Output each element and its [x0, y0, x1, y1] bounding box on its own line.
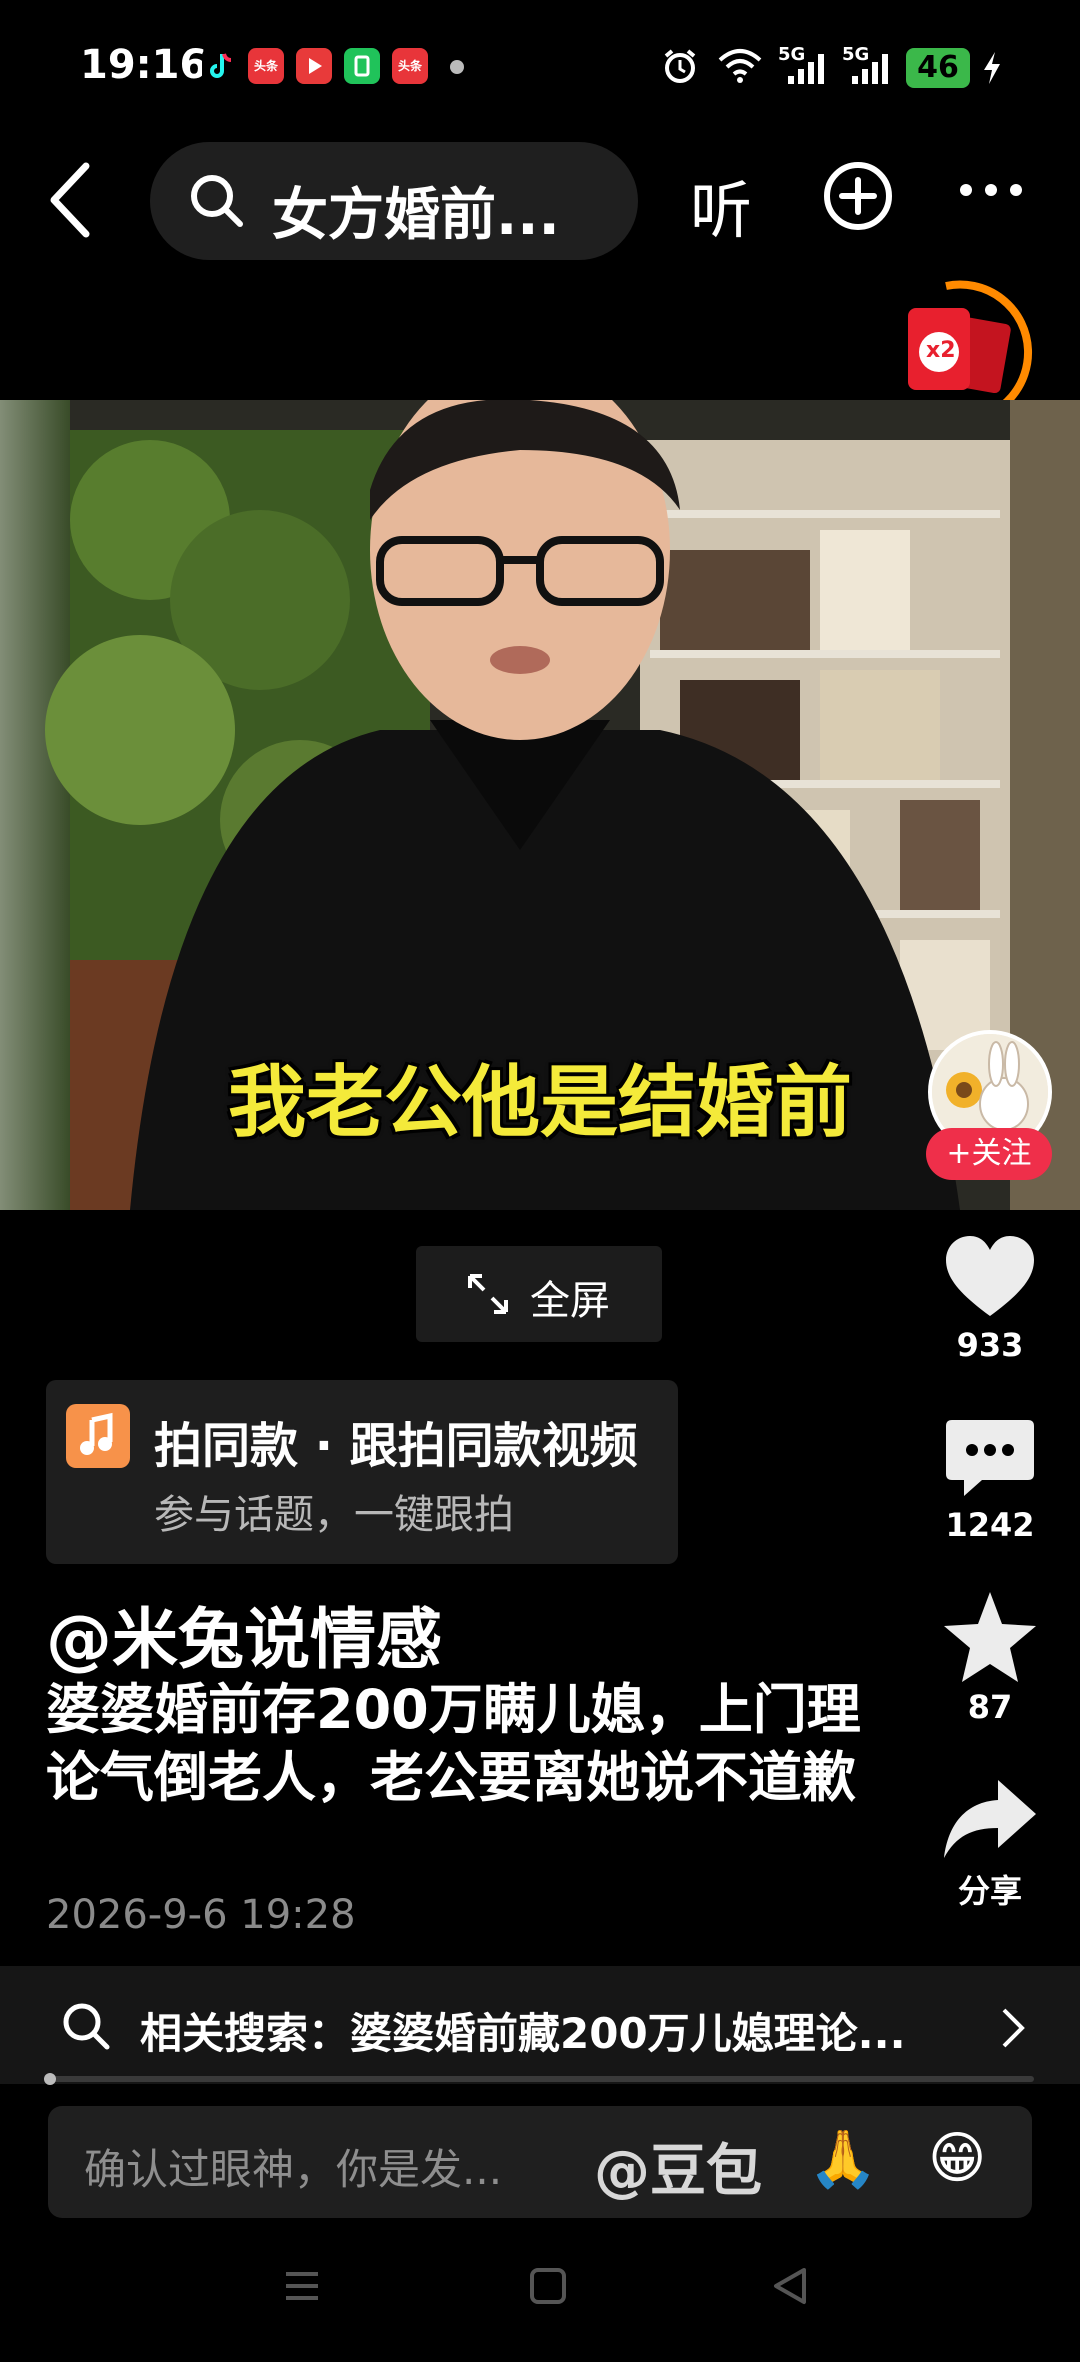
video-player[interactable]: 我老公他是结婚前: [0, 400, 1080, 1210]
comment-count: 1242: [945, 1506, 1035, 1544]
search-icon: [63, 2003, 110, 2050]
chevron-right-icon: [1002, 2008, 1025, 2048]
video-progress-bar[interactable]: [46, 2076, 1034, 2082]
signal-icon-1: [788, 54, 824, 84]
signal-icon-2: [852, 54, 888, 84]
fullscreen-label: 全屏: [530, 1278, 610, 1324]
listen-button[interactable]: 听: [690, 160, 752, 250]
post-description: 婆婆婚前存200万瞒儿媳，上门理论气倒老人，老公要离她说不道歉: [46, 1678, 861, 1809]
author-name[interactable]: @米兔说情感: [46, 1586, 442, 1682]
green-app-icon: [344, 48, 380, 84]
follow-button[interactable]: +关注: [926, 1128, 1052, 1180]
search-icon: [191, 175, 243, 227]
back-button[interactable]: [40, 150, 110, 250]
more-options-button[interactable]: [956, 180, 1026, 200]
shoot-same-title: 拍同款 · 跟拍同款视频: [154, 1418, 638, 1474]
post-date: 2026-9-6 19:28: [46, 1892, 356, 1938]
recent-apps-button[interactable]: [282, 2266, 322, 2306]
alarm-icon: [664, 49, 696, 83]
home-button[interactable]: [528, 2266, 568, 2306]
system-back-button[interactable]: [770, 2266, 810, 2306]
video-progress-handle[interactable]: [44, 2073, 56, 2085]
share-label: 分享: [957, 1872, 1022, 1910]
favorite-star-button[interactable]: [940, 1588, 1040, 1688]
status-time: 19:16: [80, 42, 208, 88]
music-note-icon: [66, 1404, 130, 1468]
add-button[interactable]: [822, 160, 894, 232]
tiktok-icon: [202, 48, 238, 84]
toutiao-lite-icon: 头条: [392, 48, 428, 84]
toutiao-icon: 头条: [248, 48, 284, 84]
favorite-count: 87: [967, 1688, 1013, 1726]
emoji-pray-button[interactable]: 🙏: [808, 2126, 878, 2192]
emoji-grin-button[interactable]: 😁: [928, 2126, 986, 2191]
battery-indicator: 46: [906, 48, 970, 88]
video-caption: 我老公他是结婚前: [227, 1058, 852, 1148]
like-button[interactable]: [940, 1228, 1040, 1328]
share-button[interactable]: [940, 1770, 1040, 1870]
charging-icon: [984, 52, 1000, 84]
wifi-icon: [718, 49, 762, 83]
shoot-same-subtitle: 参与话题，一键跟拍: [154, 1492, 514, 1538]
comment-placeholder[interactable]: 确认过眼神，你是发...: [84, 2136, 502, 2197]
video-app-icon: [296, 48, 332, 84]
expand-icon: [468, 1274, 508, 1314]
related-search-text: 相关搜索：婆婆婚前藏200万儿媳理论...: [140, 2009, 906, 2058]
status-bar: 19:16 头条 头条 5G 5G 46: [0, 0, 1080, 130]
comment-button[interactable]: [940, 1410, 1040, 1510]
like-count: 933: [956, 1326, 1024, 1364]
search-query: 女方婚前...: [272, 183, 560, 248]
mention-doubao-button[interactable]: @豆包: [594, 2126, 762, 2207]
red-packet-multiplier: x2: [926, 338, 956, 363]
more-notifications-dot: [450, 60, 464, 74]
